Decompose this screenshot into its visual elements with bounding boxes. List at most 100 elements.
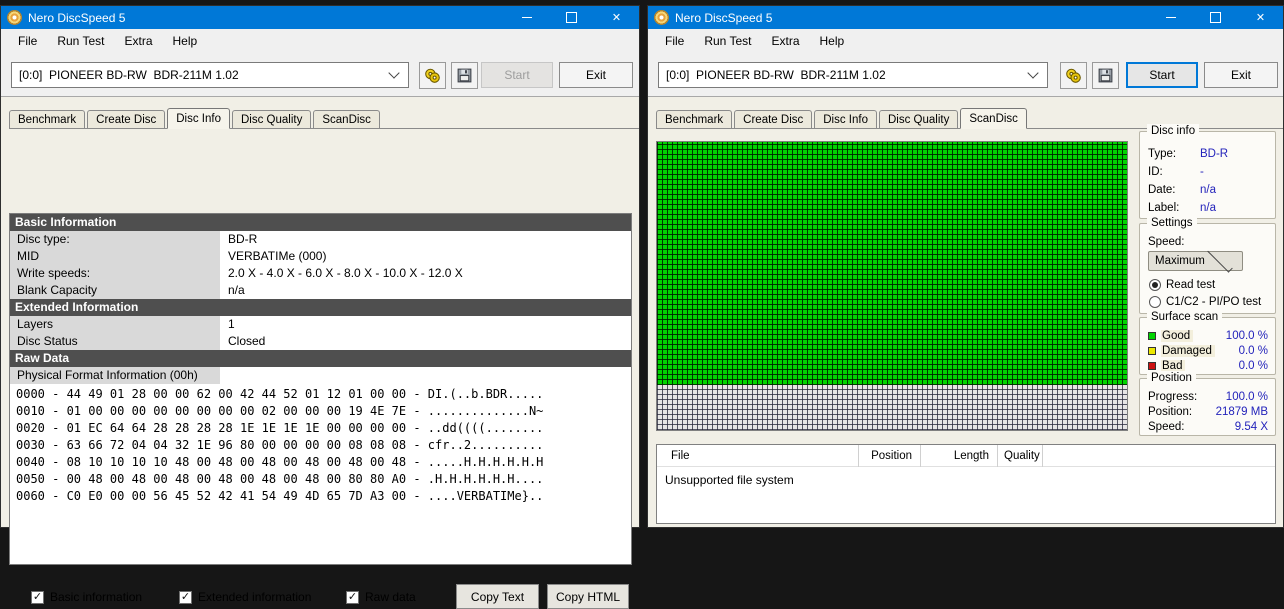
info-value: BD-R bbox=[228, 232, 258, 246]
drive-select[interactable]: [0:0] PIONEER BD-RW BDR-211M 1.02 bbox=[658, 62, 1048, 88]
tab-create-disc[interactable]: Create Disc bbox=[87, 110, 166, 128]
exit-button[interactable]: Exit bbox=[559, 62, 633, 88]
column-header-file[interactable]: File bbox=[657, 445, 859, 467]
menu-extra[interactable]: Extra bbox=[762, 32, 808, 50]
minimize-icon[interactable] bbox=[504, 6, 549, 29]
save-button[interactable] bbox=[1092, 62, 1119, 89]
speed-select[interactable]: Maximum bbox=[1148, 246, 1243, 273]
info-row: Disc Status Closed bbox=[10, 333, 631, 350]
chevron-down-icon bbox=[388, 67, 400, 79]
burn-options-button[interactable] bbox=[419, 62, 446, 89]
disc-info-value: - bbox=[1200, 165, 1204, 178]
tab-disc-info[interactable]: Disc Info bbox=[167, 108, 230, 129]
scan-grid-scanned bbox=[657, 142, 1127, 386]
minimize-icon[interactable] bbox=[1148, 6, 1193, 29]
maximize-icon[interactable] bbox=[1193, 6, 1238, 29]
info-value: 2.0 X - 4.0 X - 6.0 X - 8.0 X - 10.0 X -… bbox=[228, 266, 463, 280]
checkbox-icon[interactable] bbox=[346, 590, 359, 604]
position-value: 9.54 X bbox=[1234, 420, 1268, 433]
menu-bar: File Run Test Extra Help bbox=[1, 29, 639, 52]
start-button[interactable]: Start bbox=[481, 62, 553, 88]
start-button[interactable]: Start bbox=[1126, 62, 1198, 88]
info-row: Write speeds: 2.0 X - 4.0 X - 6.0 X - 8.… bbox=[10, 265, 631, 282]
section-header-basic: Basic Information bbox=[10, 214, 631, 231]
radio-icon[interactable] bbox=[1149, 296, 1161, 308]
info-value: VERBATIMe (000) bbox=[228, 249, 327, 263]
checkbox-icon[interactable] bbox=[179, 590, 192, 604]
group-title: Surface scan bbox=[1147, 310, 1223, 325]
close-icon[interactable] bbox=[1238, 6, 1283, 29]
bad-color-swatch bbox=[1148, 361, 1156, 370]
info-label: Blank Capacity bbox=[10, 282, 220, 299]
menu-extra[interactable]: Extra bbox=[115, 32, 161, 50]
menu-help[interactable]: Help bbox=[811, 32, 854, 50]
tab-benchmark[interactable]: Benchmark bbox=[656, 110, 733, 128]
surface-scan-value: 0.0 % bbox=[1238, 359, 1268, 372]
title-bar[interactable]: Nero DiscSpeed 5 bbox=[1, 6, 639, 29]
toolbar: [0:0] PIONEER BD-RW BDR-211M 1.02 Start … bbox=[648, 52, 1283, 97]
drive-select[interactable]: [0:0] PIONEER BD-RW BDR-211M 1.02 bbox=[11, 62, 409, 88]
discs-icon bbox=[1066, 68, 1081, 83]
group-surface-scan: Surface scan Good 100.0 % Damaged 0.0 % … bbox=[1139, 310, 1276, 375]
hex-line: 0060 - C0 E0 00 00 56 45 52 42 41 54 49 … bbox=[16, 489, 544, 503]
good-color-swatch bbox=[1148, 331, 1156, 340]
file-list-message: Unsupported file system bbox=[665, 473, 794, 487]
copy-html-button[interactable]: Copy HTML bbox=[547, 584, 629, 609]
info-row: MID VERBATIMe (000) bbox=[10, 248, 631, 265]
tab-benchmark[interactable]: Benchmark bbox=[9, 110, 86, 128]
info-label: Disc type: bbox=[10, 231, 220, 248]
checkbox-label: Basic information bbox=[50, 590, 143, 604]
group-title: Settings bbox=[1147, 216, 1197, 231]
radio-read-test[interactable]: Read test bbox=[1149, 278, 1215, 292]
tab-create-disc[interactable]: Create Disc bbox=[734, 110, 813, 128]
tab-disc-quality[interactable]: Disc Quality bbox=[232, 110, 312, 128]
column-header-length[interactable]: Length bbox=[921, 445, 998, 467]
toolbar: [0:0] PIONEER BD-RW BDR-211M 1.02 Start … bbox=[1, 52, 639, 97]
tab-disc-info[interactable]: Disc Info bbox=[814, 110, 877, 128]
maximize-icon[interactable] bbox=[549, 6, 594, 29]
surface-scan-label: Good bbox=[1161, 329, 1194, 342]
hex-dump: 0000 - 44 49 01 28 00 00 62 00 42 44 52 … bbox=[10, 386, 631, 505]
tab-scandisc[interactable]: ScanDisc bbox=[313, 110, 380, 128]
tab-page-scandisc: Benchmark Create Disc Disc Info Disc Qua… bbox=[648, 97, 1283, 527]
floppy-icon bbox=[457, 68, 472, 83]
group-disc-info: Disc info Type: BD-R ID: - Date: n/a Label:… bbox=[1139, 124, 1276, 219]
menu-run-test[interactable]: Run Test bbox=[48, 32, 113, 50]
hex-line: 0050 - 00 48 00 48 00 48 00 48 00 48 00 … bbox=[16, 472, 544, 486]
save-button[interactable] bbox=[451, 62, 478, 89]
window-title: Nero DiscSpeed 5 bbox=[675, 10, 773, 25]
info-label: MID bbox=[10, 248, 220, 265]
checkbox-raw-data[interactable]: Raw data bbox=[346, 590, 416, 604]
checkbox-basic-information[interactable]: Basic information bbox=[31, 590, 142, 604]
tab-strip: Benchmark Create Disc Disc Info Disc Qua… bbox=[9, 108, 639, 129]
chevron-down-icon bbox=[1027, 67, 1039, 79]
position-label: Position: bbox=[1148, 405, 1193, 418]
checkbox-extended-information[interactable]: Extended information bbox=[179, 590, 311, 604]
title-bar[interactable]: Nero DiscSpeed 5 bbox=[648, 6, 1283, 29]
column-header-quality[interactable]: Quality bbox=[998, 445, 1043, 467]
disc-info-label: ID: bbox=[1148, 165, 1163, 178]
checkbox-icon[interactable] bbox=[31, 590, 44, 604]
copy-text-button[interactable]: Copy Text bbox=[456, 584, 539, 609]
exit-button[interactable]: Exit bbox=[1204, 62, 1278, 88]
group-settings: Settings Speed: Maximum Read test C1/C2 … bbox=[1139, 216, 1276, 314]
radio-icon[interactable] bbox=[1149, 279, 1161, 291]
info-row: Layers 1 bbox=[10, 316, 631, 333]
disc-info-value: BD-R bbox=[1200, 147, 1229, 160]
tab-scandisc[interactable]: ScanDisc bbox=[960, 108, 1027, 129]
surface-scan-grid bbox=[656, 141, 1128, 431]
chevron-down-icon bbox=[1207, 246, 1233, 273]
tab-disc-quality[interactable]: Disc Quality bbox=[879, 110, 959, 128]
info-label: Write speeds: bbox=[10, 265, 220, 282]
burn-options-button[interactable] bbox=[1060, 62, 1087, 89]
damaged-color-swatch bbox=[1148, 346, 1156, 355]
close-icon[interactable] bbox=[594, 6, 639, 29]
column-header-position[interactable]: Position bbox=[859, 445, 921, 467]
menu-file[interactable]: File bbox=[9, 32, 46, 50]
menu-help[interactable]: Help bbox=[164, 32, 207, 50]
menu-run-test[interactable]: Run Test bbox=[695, 32, 760, 50]
radio-c1c2-pipo-test[interactable]: C1/C2 - PI/PO test bbox=[1149, 295, 1261, 309]
window-title: Nero DiscSpeed 5 bbox=[28, 10, 126, 25]
menu-file[interactable]: File bbox=[656, 32, 693, 50]
disc-info-label: Date: bbox=[1148, 183, 1176, 196]
